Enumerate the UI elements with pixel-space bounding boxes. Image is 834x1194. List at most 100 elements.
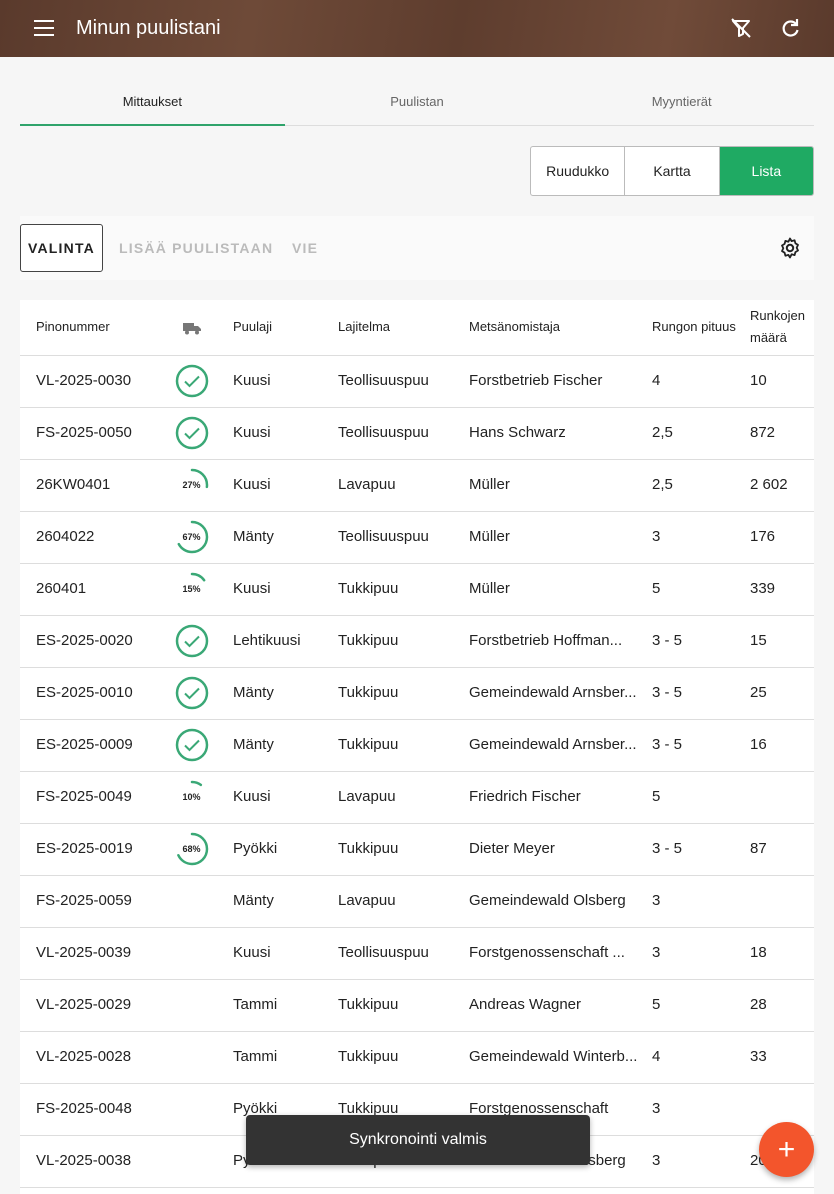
refresh-icon[interactable] [778,16,802,40]
tab-puulistan[interactable]: Puulistan [285,78,550,125]
cell-metsanomistaja: Dieter Meyer [469,823,652,876]
cell-lajitelma: Teollisuuspuu [338,407,469,460]
progress-ring: 27% [175,468,209,502]
cell-pinonumero: 26KW0401 [20,459,150,512]
check-complete-icon [175,416,209,450]
cell-lajitelma: Tukkipuu [338,979,469,1032]
table-row[interactable]: ES-2025-0020 Lehtikuusi Tukkipuu Forstbetri… [20,615,814,668]
header-metsanomistaja[interactable]: Metsänomistaja [469,300,652,356]
table-row[interactable]: ES-2025-0010 Mänty Tukkipuu Gemeindewald Ar… [20,667,814,720]
cell-lajitelma: Lavapuu [338,771,469,824]
table-row[interactable]: 260401 15% Kuusi Tukkipuu Müller 5 339 [20,563,814,616]
cell-puulaji: Mänty [233,875,338,928]
cell-status: 67% [150,511,233,564]
view-kartta-button[interactable]: Kartta [625,147,720,195]
cell-runkojen-maara [750,771,814,824]
table-row[interactable]: FS-2025-0059 Mänty Lavapuu Gemeindewald Ols… [20,875,814,928]
cell-metsanomistaja: Hans Schwarz [469,407,652,460]
header-runkojen-maara[interactable]: Runkojen määrä [750,300,814,356]
cell-lajitelma: Teollisuuspuu [338,511,469,564]
table-row[interactable]: VL-2025-0030 Kuusi Teollisuuspuu Forstbetri… [20,355,814,408]
cell-lajitelma: Teollisuuspuu [338,355,469,408]
progress-ring: 15% [175,572,209,606]
cell-pinonumero: 2604022 [20,511,150,564]
cell-metsanomistaja: Andreas Wagner [469,979,652,1032]
cell-rungon-pituus: 2,5 [652,407,750,460]
lisaa-puulistaan-button[interactable]: LISÄÄ PUULISTAAN [119,224,273,272]
cell-runkojen-maara: 33 [750,1031,814,1084]
table-row[interactable]: 2604022 67% Mänty Teollisuuspuu Müller 3 176 [20,511,814,564]
cell-puulaji: Mänty [233,511,338,564]
add-button[interactable]: + [759,1122,814,1177]
cell-rungon-pituus: 3 [652,511,750,564]
cell-pinonumero: VL-2025-0039 [20,927,150,980]
cell-runkojen-maara: 339 [750,563,814,616]
cell-puulaji: Tammi [233,1031,338,1084]
valinta-button[interactable]: VALINTA [20,224,103,272]
header-lajitelma[interactable]: Lajitelma [338,300,469,356]
check-complete-icon [175,728,209,762]
table-row[interactable]: FS-2025-0050 Kuusi Teollisuuspuu Hans Schwa… [20,407,814,460]
cell-puulaji: Kuusi [233,927,338,980]
cell-status [150,875,233,928]
table-row[interactable]: ES-2025-0009 Mänty Tukkipuu Gemeindewald Ar… [20,719,814,772]
cell-runkojen-maara: 25 [750,667,814,720]
tab-mittaukset[interactable]: Mittaukset [20,78,285,126]
progress-label: 27% [182,480,201,490]
cell-metsanomistaja: Gemeindewald Olsberg [469,875,652,928]
table-row[interactable]: ES-2025-0019 68% Pyökki Tukkipuu Dieter Meye… [20,823,814,876]
cell-runkojen-maara: 10 [750,355,814,408]
table-row[interactable]: FS-2025-0049 10% Kuusi Lavapuu Friedrich Fis… [20,771,814,824]
cell-rungon-pituus: 3 - 5 [652,615,750,668]
progress-ring: 67% [175,520,209,554]
cell-status [150,1135,233,1188]
cell-pinonumero: FS-2025-0048 [20,1083,150,1136]
view-ruudukko-button[interactable]: Ruudukko [531,147,626,195]
cell-status [150,979,233,1032]
header-rungon-pituus[interactable]: Rungon pituus [652,300,750,356]
gear-icon[interactable] [778,236,802,260]
tab-myyntierat[interactable]: Myyntierät [549,78,814,125]
cell-status: 68% [150,823,233,876]
cell-pinonumero: ES-2025-0009 [20,719,150,772]
progress-label: 15% [182,584,201,594]
cell-runkojen-maara: 2 602 [750,459,814,512]
cell-metsanomistaja: Forstbetrieb Fischer [469,355,652,408]
cell-metsanomistaja: Müller [469,511,652,564]
table-row[interactable]: VL-2025-0028 Tammi Tukkipuu Gemeindewald Wi… [20,1031,814,1084]
filter-off-icon[interactable] [729,16,753,40]
cell-pinonumero: 260401 [20,563,150,616]
cell-puulaji: Lehtikuusi [233,615,338,668]
cell-pinonumero: FS-2025-0050 [20,407,150,460]
table-row[interactable]: 26KW0401 27% Kuusi Lavapuu Müller 2,5 2 602 [20,459,814,512]
cell-status: 15% [150,563,233,616]
vie-button[interactable]: VIE [292,224,318,272]
cell-pinonumero: VL-2025-0028 [20,1031,150,1084]
cell-status [150,615,233,668]
table-row[interactable]: VL-2025-0029 Tammi Tukkipuu Andreas Wagner 5… [20,979,814,1032]
view-lista-button[interactable]: Lista [719,147,813,195]
progress-ring: 10% [175,780,209,814]
header-status[interactable] [150,300,233,356]
action-bar: VALINTA LISÄÄ PUULISTAAN VIE [20,216,814,280]
header-pinonumero[interactable]: Pinonummer [20,300,150,356]
cell-rungon-pituus: 3 [652,927,750,980]
cell-rungon-pituus: 2,5 [652,459,750,512]
menu-icon[interactable] [34,20,54,36]
cell-rungon-pituus: 5 [652,771,750,824]
cell-status [150,667,233,720]
cell-rungon-pituus: 3 [652,1083,750,1136]
table-row[interactable]: VL-2025-0039 Kuusi Teollisuuspuu Forstgenos… [20,927,814,980]
cell-rungon-pituus: 3 - 5 [652,823,750,876]
cell-runkojen-maara: 15 [750,615,814,668]
check-complete-icon [175,676,209,710]
cell-rungon-pituus: 5 [652,563,750,616]
view-toggle: Ruudukko Kartta Lista [530,146,814,196]
header-puulaji[interactable]: Puulaji [233,300,338,356]
cell-runkojen-maara [750,875,814,928]
cell-rungon-pituus: 3 [652,1135,750,1188]
cell-pinonumero: ES-2025-0020 [20,615,150,668]
cell-status [150,927,233,980]
cell-metsanomistaja: Forstbetrieb Hoffman... [469,615,652,668]
progress-label: 10% [182,792,201,802]
